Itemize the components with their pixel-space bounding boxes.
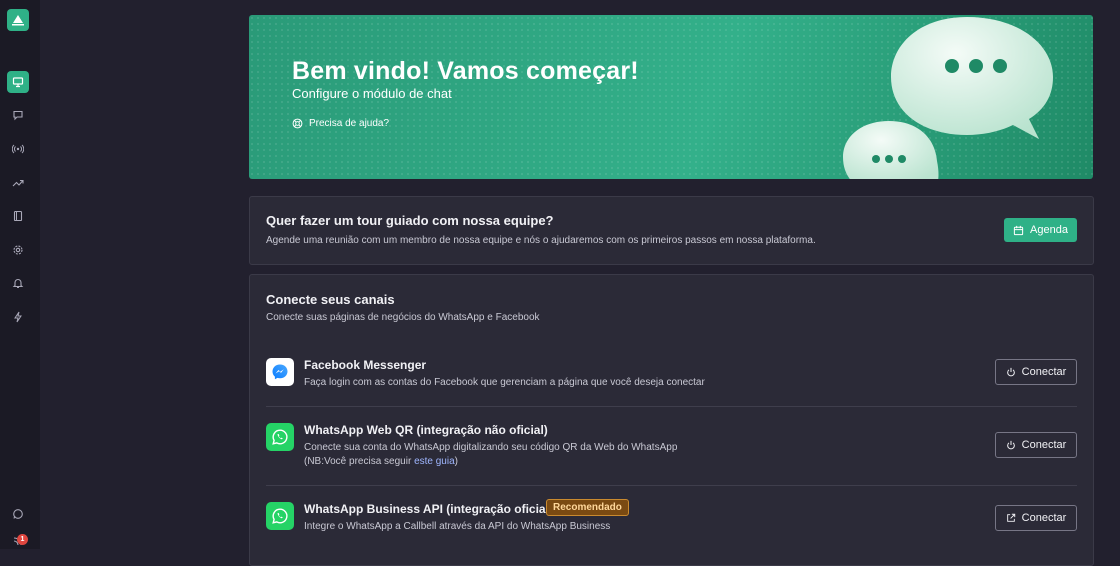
notification-badge: 1 bbox=[17, 534, 28, 545]
channel-description: Faça login com as contas do Facebook que… bbox=[304, 377, 705, 388]
channels-title: Conecte seus canais bbox=[266, 292, 395, 307]
whatsapp-logo bbox=[266, 502, 294, 530]
channels-description: Conecte suas páginas de negócios do What… bbox=[266, 312, 540, 323]
bell-logo-icon bbox=[12, 15, 24, 26]
guided-tour-card: Quer fazer um tour guiado com nossa equi… bbox=[249, 196, 1094, 265]
channel-description: Integre o WhatsApp a Callbell através da… bbox=[304, 521, 611, 532]
connect-button-label: Conectar bbox=[1021, 439, 1067, 451]
messenger-icon bbox=[272, 364, 288, 380]
sidebar-item-docs[interactable] bbox=[7, 205, 29, 227]
channel-note: (NB:Você precisa seguir este guia) bbox=[304, 455, 677, 469]
tour-title: Quer fazer um tour guiado com nossa equi… bbox=[266, 213, 554, 228]
note-prefix: (NB:Você precisa seguir bbox=[304, 456, 415, 467]
sidebar-item-settings[interactable] bbox=[7, 239, 29, 261]
sidebar-item-whatsapp[interactable] bbox=[7, 503, 29, 525]
connect-button-label: Conectar bbox=[1021, 366, 1067, 378]
sidebar-item-broadcast[interactable] bbox=[7, 138, 29, 160]
lightning-icon bbox=[14, 311, 22, 323]
connect-channels-card: Conecte seus canais Conecte suas páginas… bbox=[249, 274, 1094, 566]
app-logo[interactable] bbox=[7, 9, 29, 31]
channel-description: Conecte sua conta do WhatsApp digitaliza… bbox=[304, 441, 677, 469]
power-icon bbox=[1006, 440, 1015, 450]
sidebar: 1 bbox=[0, 0, 40, 549]
messenger-logo bbox=[266, 358, 294, 386]
row-divider bbox=[266, 485, 1077, 486]
row-divider bbox=[266, 406, 1077, 407]
channel-description-line: Conecte sua conta do WhatsApp digitaliza… bbox=[304, 442, 678, 453]
trend-icon bbox=[12, 179, 24, 187]
connect-button-label: Conectar bbox=[1021, 512, 1067, 524]
sidebar-item-analytics[interactable] bbox=[7, 172, 29, 194]
monitor-icon bbox=[12, 77, 24, 88]
channel-name: Facebook Messenger bbox=[304, 358, 427, 372]
channel-name: WhatsApp Web QR (integração não oficial) bbox=[304, 423, 548, 437]
external-link-icon bbox=[1006, 513, 1015, 522]
note-suffix: ) bbox=[454, 456, 458, 467]
recommended-badge: Recomendado bbox=[546, 499, 629, 516]
schedule-button-label: Agenda bbox=[1030, 224, 1068, 236]
welcome-banner: Bem vindo! Vamos começar! Configure o mó… bbox=[249, 15, 1093, 179]
schedule-button[interactable]: Agenda bbox=[1004, 218, 1077, 242]
book-icon bbox=[13, 210, 23, 222]
calendar-icon bbox=[1013, 225, 1024, 235]
channel-row-whatsapp-web: WhatsApp Web QR (integração não oficial)… bbox=[266, 421, 1077, 471]
banner-subtitle: Configure o módulo de chat bbox=[292, 86, 452, 101]
tour-description: Agende uma reunião com um membro de noss… bbox=[266, 235, 816, 246]
channel-name: WhatsApp Business API (integração oficia… bbox=[304, 502, 553, 516]
sidebar-item-integrations[interactable] bbox=[7, 306, 29, 328]
sidebar-item-home[interactable] bbox=[7, 71, 29, 93]
whatsapp-icon bbox=[272, 429, 288, 445]
broadcast-icon bbox=[12, 144, 24, 154]
guide-link[interactable]: este guia bbox=[414, 456, 455, 467]
chat-bubbles-illustration bbox=[843, 17, 1053, 179]
bell-icon bbox=[12, 279, 24, 289]
sidebar-item-notifications[interactable] bbox=[7, 272, 29, 294]
channel-row-messenger: Facebook Messenger Faça login com as con… bbox=[266, 357, 1077, 397]
whatsapp-logo bbox=[266, 423, 294, 451]
channel-row-whatsapp-business: WhatsApp Business API (integração oficia… bbox=[266, 499, 1077, 541]
lifebuoy-icon bbox=[292, 118, 303, 129]
banner-title: Bem vindo! Vamos começar! bbox=[292, 57, 639, 85]
sidebar-item-chat[interactable] bbox=[7, 104, 29, 126]
connect-whatsapp-web-button[interactable]: Conectar bbox=[995, 432, 1077, 458]
help-link-label: Precisa de ajuda? bbox=[309, 118, 390, 129]
power-icon bbox=[1006, 367, 1015, 377]
connect-whatsapp-business-button[interactable]: Conectar bbox=[995, 505, 1077, 531]
whatsapp-icon bbox=[13, 509, 23, 519]
help-link[interactable]: Precisa de ajuda? bbox=[292, 118, 389, 129]
connect-messenger-button[interactable]: Conectar bbox=[995, 359, 1077, 385]
chat-icon bbox=[13, 110, 23, 121]
gear-icon bbox=[13, 245, 23, 255]
whatsapp-icon bbox=[272, 508, 288, 524]
